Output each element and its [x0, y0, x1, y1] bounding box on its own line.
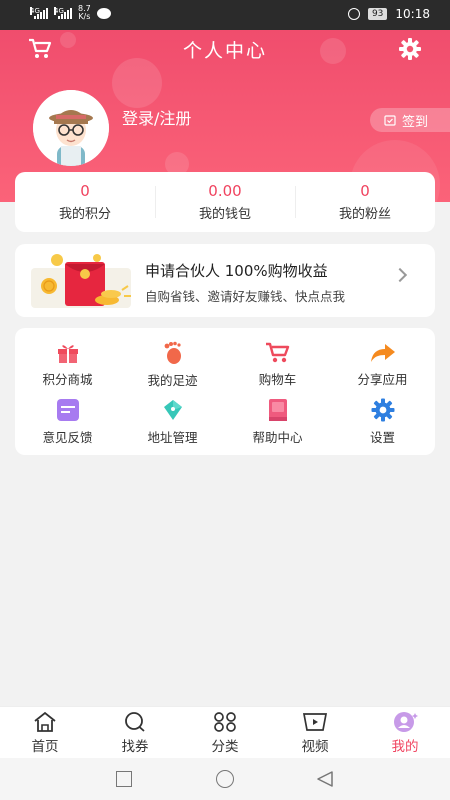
grid-label: 分享应用 — [357, 371, 408, 387]
gift-icon — [57, 344, 78, 363]
compass-icon — [163, 400, 182, 420]
signal-icon-2: 4G — [54, 7, 72, 19]
stat-label: 我的粉丝 — [338, 207, 391, 222]
stat-value: 0 — [80, 182, 90, 200]
chevron-right-icon — [392, 267, 408, 283]
stat-wallet[interactable]: 0.00 我的钱包 — [155, 172, 295, 232]
speed-unit: K/s — [78, 12, 91, 21]
settings-gear-icon — [371, 398, 394, 422]
partner-banner[interactable]: 申请合伙人 100%购物收益 自购省钱、邀请好友赚钱、快点点我 — [15, 244, 435, 317]
search-icon — [125, 711, 145, 732]
decor-bubble — [112, 58, 162, 108]
grid-item-footprint[interactable]: 我的足迹 — [120, 336, 225, 393]
help-book-icon — [268, 399, 287, 421]
video-icon — [302, 712, 328, 731]
footprint-icon — [164, 341, 181, 364]
avatar[interactable] — [33, 90, 109, 166]
stat-fans[interactable]: 0 我的粉丝 — [295, 172, 435, 232]
tab-mine[interactable]: 我的 — [360, 707, 450, 758]
stats-card: 0 我的积分 0.00 我的钱包 0 我的粉丝 — [15, 172, 435, 232]
clock: 10:18 — [395, 7, 430, 21]
red-envelope-icon — [27, 250, 135, 314]
stat-value: 0 — [360, 182, 370, 200]
network-type-label-2: 4G — [54, 7, 64, 15]
tab-label: 找券 — [121, 738, 149, 755]
settings-gear-icon[interactable] — [398, 37, 422, 65]
grid-item-address[interactable]: 地址管理 — [120, 393, 225, 451]
grid-item-settings[interactable]: 设置 — [330, 393, 435, 451]
feature-grid: 积分商城 我的足迹 购物车 分享应用 意见反馈 地址管理 帮助中心 设置 — [15, 328, 435, 455]
tab-label: 首页 — [31, 738, 59, 755]
tab-coupons[interactable]: 找券 — [90, 707, 180, 758]
tab-video[interactable]: 视频 — [270, 707, 360, 758]
grid-label: 积分商城 — [42, 371, 93, 387]
grid-label: 地址管理 — [147, 430, 198, 445]
tab-category[interactable]: 分类 — [180, 707, 270, 758]
grid-label: 帮助中心 — [252, 430, 303, 445]
tab-label: 我的 — [391, 738, 419, 755]
shopping-cart-icon — [265, 342, 289, 362]
battery-indicator: 93 — [367, 8, 388, 20]
grid-item-cart[interactable]: 购物车 — [225, 336, 330, 393]
category-icon — [214, 711, 236, 732]
bottom-tab-bar: 首页 找券 分类 视频 我的 — [0, 706, 450, 758]
stat-points[interactable]: 0 我的积分 — [15, 172, 155, 232]
grid-label: 购物车 — [258, 371, 297, 387]
stat-label: 我的积分 — [58, 207, 111, 222]
home-icon — [34, 711, 56, 732]
profile-icon — [394, 711, 418, 732]
partner-title: 申请合伙人 100%购物收益 — [145, 262, 328, 280]
tab-label: 视频 — [301, 738, 329, 755]
sign-in-label: 签到 — [402, 114, 429, 130]
wechat-icon — [96, 7, 111, 19]
tab-label: 分类 — [211, 738, 239, 755]
partner-subtitle: 自购省钱、邀请好友赚钱、快点点我 — [145, 289, 346, 304]
page-title: 个人中心 — [182, 40, 267, 62]
network-speed: 8.7 K/s — [78, 5, 91, 21]
calendar-check-icon — [384, 115, 396, 126]
grid-item-feedback[interactable]: 意见反馈 — [15, 393, 120, 451]
login-register-link[interactable]: 登录/注册 — [122, 105, 191, 129]
system-nav-bar — [0, 758, 450, 800]
stat-value: 0.00 — [208, 182, 242, 200]
grid-label: 我的足迹 — [147, 372, 198, 388]
back-triangle-icon[interactable] — [316, 770, 334, 792]
feedback-icon — [56, 399, 79, 421]
grid-item-help[interactable]: 帮助中心 — [225, 393, 330, 451]
network-type-label: 4G — [30, 7, 40, 15]
alarm-icon — [347, 8, 360, 20]
tab-home[interactable]: 首页 — [0, 707, 90, 758]
signal-icon: 4G — [30, 7, 48, 19]
home-circle-icon[interactable] — [216, 770, 234, 788]
sign-in-button[interactable]: 签到 — [370, 108, 450, 132]
recent-apps-icon[interactable] — [116, 771, 132, 787]
grid-label: 意见反馈 — [42, 430, 93, 445]
grid-label: 设置 — [369, 430, 395, 445]
grid-item-points-mall[interactable]: 积分商城 — [15, 336, 120, 393]
status-bar: 4G 4G 8.7 K/s 93 10:18 — [0, 0, 450, 30]
stat-label: 我的钱包 — [198, 207, 251, 222]
share-icon — [370, 343, 395, 362]
grid-item-share[interactable]: 分享应用 — [330, 336, 435, 393]
